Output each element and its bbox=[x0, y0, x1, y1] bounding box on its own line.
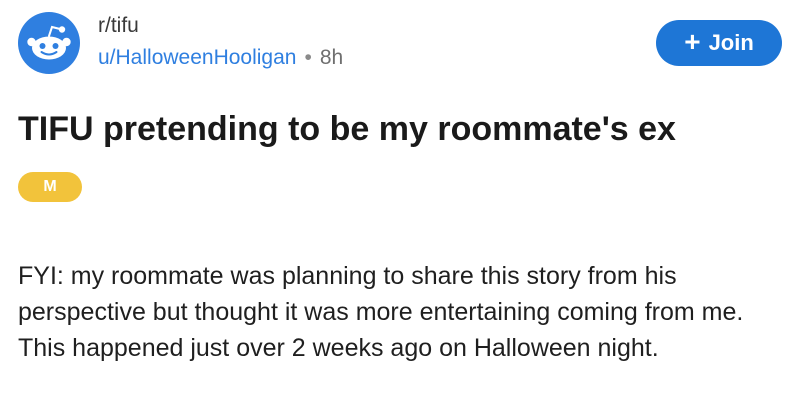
join-button-label: Join bbox=[708, 30, 754, 55]
post-meta: r/tifu u/HalloweenHooligan • 8h bbox=[98, 14, 343, 70]
subreddit-name[interactable]: r/tifu bbox=[98, 14, 343, 38]
join-button[interactable]: + Join bbox=[656, 20, 782, 66]
post-title[interactable]: TIFU pretending to be my roommate's ex bbox=[18, 108, 782, 150]
flair-badge[interactable]: M bbox=[18, 172, 82, 202]
post-body-text: FYI: my roommate was planning to share t… bbox=[18, 262, 744, 362]
post-byline: u/HalloweenHooligan • 8h bbox=[98, 46, 343, 70]
byline-separator: • bbox=[304, 46, 312, 69]
plus-icon: + bbox=[684, 26, 701, 57]
post-header: r/tifu u/HalloweenHooligan • 8h + Join bbox=[18, 8, 782, 78]
post-age: 8h bbox=[319, 46, 344, 69]
community-avatar[interactable] bbox=[18, 12, 80, 74]
author-username[interactable]: u/HalloweenHooligan bbox=[98, 46, 296, 70]
reddit-alien-icon bbox=[27, 25, 71, 60]
